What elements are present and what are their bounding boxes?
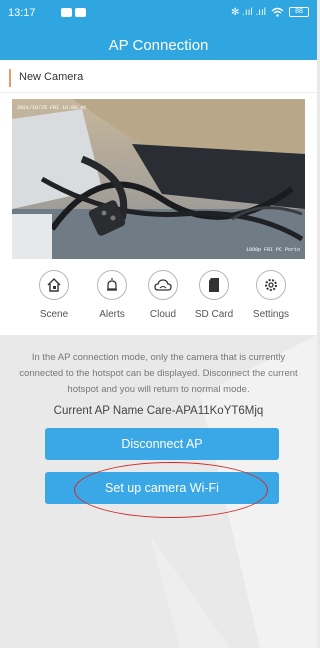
- info-line-1: In the AP connection mode, only the came…: [31, 352, 286, 363]
- home-icon: [47, 278, 61, 292]
- toolbar-label-alerts: Alerts: [99, 309, 125, 320]
- toolbar-item-scene[interactable]: Scene: [29, 270, 79, 320]
- feature-toolbar: Scene Alerts Cloud SD Card Settings: [0, 270, 317, 330]
- camera-live-view[interactable]: 2021/10/25 FRI 16:08:46 1080p FRI PC Por…: [12, 99, 305, 259]
- info-line-2: connected to the hotspot can be displaye…: [19, 368, 298, 379]
- disconnect-ap-button[interactable]: Disconnect AP: [45, 428, 279, 460]
- toolbar-label-cloud: Cloud: [149, 309, 177, 320]
- app-notification-icon: [75, 8, 86, 17]
- divider: [0, 92, 317, 93]
- ap-mode-info: In the AP connection mode, only the came…: [0, 350, 317, 398]
- info-line-3: hotspot and you will return to normal mo…: [67, 384, 250, 395]
- device-panel: New Camera 2021/10/25 FRI 16:08:46 1080p…: [0, 60, 317, 335]
- sd-card-icon: [209, 278, 219, 292]
- app-header: 13:17 ✻ .ııl .ııl 88 AP Connection: [0, 0, 317, 60]
- toolbar-item-cloud[interactable]: Cloud: [138, 270, 188, 320]
- toolbar-item-alerts[interactable]: Alerts: [87, 270, 137, 320]
- gear-icon: [265, 279, 277, 291]
- current-ap-name: Current AP Name Care-APA11KoYT6Mjq: [53, 405, 264, 417]
- cloud-icon: [154, 279, 172, 291]
- toolbar-label-sd-card: SD Card: [194, 309, 234, 320]
- notification-icons: [61, 8, 86, 17]
- device-accent-bar: [9, 69, 11, 87]
- device-name: New Camera: [19, 71, 84, 83]
- bell-icon: [107, 278, 117, 291]
- bluetooth-signal-icons: ✻ .ııl .ııl: [230, 7, 266, 18]
- status-right: ✻ .ııl .ııl 88: [231, 7, 309, 18]
- message-icon: [61, 8, 72, 17]
- battery-icon: 88: [289, 7, 309, 17]
- highlight-annotation: [74, 462, 268, 518]
- toolbar-label-scene: Scene: [39, 309, 69, 320]
- camera-feed-image: [12, 99, 305, 259]
- status-time: 13:17: [8, 7, 36, 19]
- video-watermark: 1080p FRI PC Porto: [245, 247, 300, 253]
- toolbar-label-settings: Settings: [252, 309, 290, 320]
- page-title: AP Connection: [108, 37, 209, 54]
- toolbar-item-sd-card[interactable]: SD Card: [189, 270, 239, 320]
- video-timestamp: 2021/10/25 FRI 16:08:46: [17, 105, 87, 111]
- wifi-icon: [271, 7, 284, 17]
- device-row[interactable]: New Camera: [0, 68, 317, 92]
- toolbar-item-settings[interactable]: Settings: [246, 270, 296, 320]
